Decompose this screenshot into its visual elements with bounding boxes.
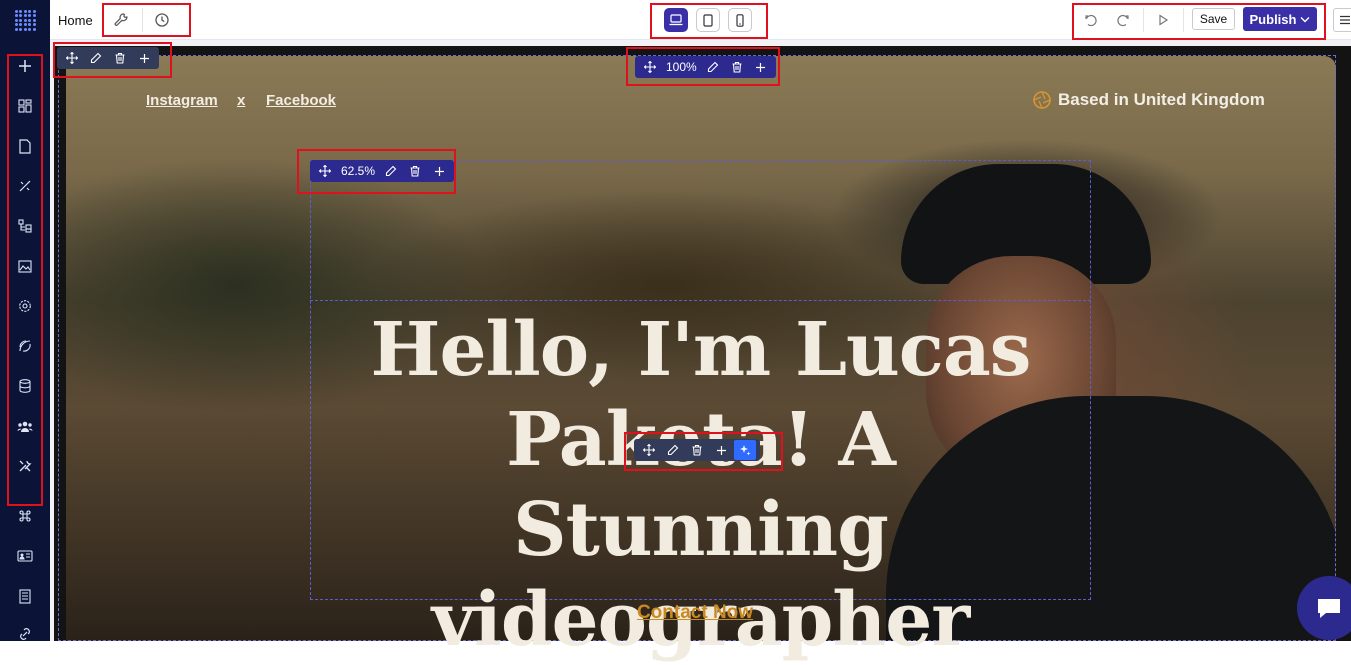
team-icon[interactable] [13, 414, 37, 438]
add-icon[interactable] [428, 161, 450, 181]
phone-icon [736, 13, 744, 27]
divider [142, 8, 143, 32]
image-icon[interactable] [13, 254, 37, 278]
command-icon[interactable] [13, 504, 37, 528]
instagram-link[interactable]: Instagram [146, 92, 218, 109]
widgets-icon[interactable] [13, 94, 37, 118]
location-label: Based in United Kingdom [1032, 90, 1265, 110]
social-separator: x [237, 92, 246, 109]
database-icon[interactable] [13, 374, 37, 398]
publish-button[interactable]: Publish [1243, 7, 1317, 31]
chat-icon [1318, 599, 1340, 618]
integrations-icon[interactable] [13, 334, 37, 358]
clock-icon[interactable] [149, 7, 175, 33]
page-selector[interactable]: Home [58, 13, 93, 28]
tablet-view-button[interactable] [696, 8, 720, 32]
notes-icon[interactable] [13, 584, 37, 608]
divider [1143, 8, 1144, 32]
laptop-icon [669, 14, 683, 26]
section-width-value[interactable]: 100% [663, 60, 700, 74]
publish-label: Publish [1249, 11, 1297, 27]
settings-icon[interactable] [13, 294, 37, 318]
element-toolbar [634, 439, 760, 461]
save-button[interactable]: Save [1192, 8, 1235, 30]
logo-grid-icon [14, 9, 36, 31]
highlight-box [7, 54, 43, 506]
desktop-view-button[interactable] [664, 8, 688, 32]
tablet-icon [703, 13, 713, 27]
edit-icon[interactable] [380, 161, 402, 181]
add-icon[interactable] [13, 54, 37, 78]
edit-icon[interactable] [702, 57, 724, 77]
section-toolbar [57, 47, 159, 69]
design-icon[interactable] [13, 174, 37, 198]
column-toolbar: 62.5% [310, 160, 455, 182]
section-width-toolbar: 100% [635, 56, 776, 78]
contact-card-icon[interactable] [13, 544, 37, 568]
redo-icon[interactable] [1110, 7, 1136, 33]
move-icon[interactable] [639, 57, 661, 77]
add-icon[interactable] [750, 57, 772, 77]
column-width-value[interactable]: 62.5% [338, 164, 378, 178]
trash-icon[interactable] [686, 440, 708, 460]
undo-icon[interactable] [1078, 7, 1104, 33]
add-icon[interactable] [710, 440, 732, 460]
play-icon[interactable] [1150, 7, 1176, 33]
move-icon[interactable] [61, 48, 83, 68]
app-logo[interactable] [0, 0, 50, 40]
edit-icon[interactable] [85, 48, 107, 68]
wrench-icon[interactable] [108, 7, 134, 33]
trash-icon[interactable] [404, 161, 426, 181]
page-icon[interactable] [13, 134, 37, 158]
left-sidebar [0, 40, 50, 641]
trash-icon[interactable] [109, 48, 131, 68]
trash-icon[interactable] [726, 57, 748, 77]
aperture-icon [1033, 91, 1051, 109]
contact-now-button[interactable]: Contact Now [600, 602, 790, 624]
divider [1183, 8, 1184, 32]
ai-sparkle-icon[interactable] [734, 440, 756, 460]
move-icon[interactable] [638, 440, 660, 460]
chevron-down-icon [1300, 16, 1310, 22]
link-icon[interactable] [13, 622, 37, 646]
hamburger-icon[interactable] [1333, 8, 1351, 32]
tools-icon[interactable] [13, 454, 37, 478]
top-bar: Home Save Publish [0, 0, 1351, 40]
facebook-link[interactable]: Facebook [266, 92, 336, 109]
edit-icon[interactable] [662, 440, 684, 460]
add-icon[interactable] [133, 48, 155, 68]
layers-icon[interactable] [13, 214, 37, 238]
move-icon[interactable] [314, 161, 336, 181]
mobile-view-button[interactable] [728, 8, 752, 32]
location-text: Based in United Kingdom [1058, 90, 1265, 109]
